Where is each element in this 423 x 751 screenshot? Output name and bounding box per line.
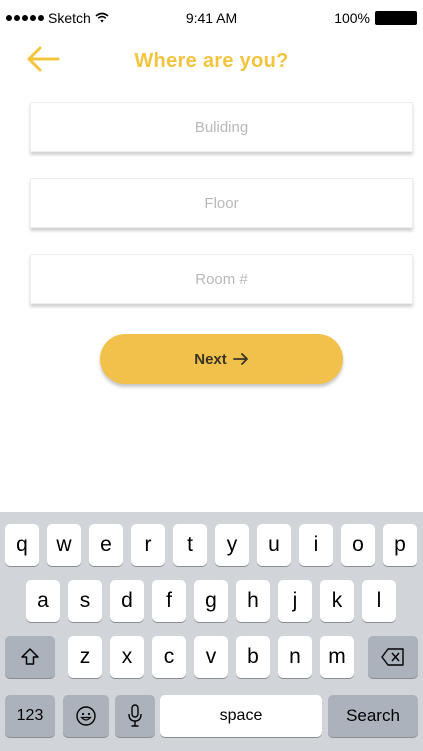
key-y[interactable]: y bbox=[215, 524, 249, 566]
key-h[interactable]: h bbox=[236, 580, 270, 622]
key-i[interactable]: i bbox=[299, 524, 333, 566]
key-b[interactable]: b bbox=[236, 636, 270, 678]
key-t[interactable]: t bbox=[173, 524, 207, 566]
building-field-container bbox=[30, 102, 413, 152]
key-e[interactable]: e bbox=[89, 524, 123, 566]
status-right: 100% bbox=[334, 10, 417, 26]
shift-icon bbox=[21, 648, 39, 665]
key-w[interactable]: w bbox=[47, 524, 81, 566]
delete-key[interactable] bbox=[368, 636, 418, 678]
key-j[interactable]: j bbox=[278, 580, 312, 622]
key-l[interactable]: l bbox=[362, 580, 396, 622]
key-n[interactable]: n bbox=[278, 636, 312, 678]
numbers-key[interactable]: 123 bbox=[5, 695, 55, 737]
battery-icon bbox=[375, 11, 417, 25]
delete-icon bbox=[381, 648, 404, 666]
shift-key[interactable] bbox=[5, 636, 55, 678]
search-key[interactable]: Search bbox=[328, 695, 418, 737]
key-v[interactable]: v bbox=[194, 636, 228, 678]
emoji-icon bbox=[76, 706, 96, 726]
key-r[interactable]: r bbox=[131, 524, 165, 566]
key-o[interactable]: o bbox=[341, 524, 375, 566]
microphone-key[interactable] bbox=[115, 695, 155, 737]
key-u[interactable]: u bbox=[257, 524, 291, 566]
key-s[interactable]: s bbox=[68, 580, 102, 622]
arrow-right-icon bbox=[232, 353, 248, 365]
key-d[interactable]: d bbox=[110, 580, 144, 622]
status-bar: Sketch 9:41 AM 100% bbox=[0, 0, 423, 36]
keyboard: q w e r t y u i o p a s d f g h j k l z … bbox=[0, 512, 423, 751]
key-x[interactable]: x bbox=[110, 636, 144, 678]
key-q[interactable]: q bbox=[5, 524, 39, 566]
key-z[interactable]: z bbox=[68, 636, 102, 678]
battery-percentage: 100% bbox=[334, 10, 370, 26]
key-m[interactable]: m bbox=[320, 636, 354, 678]
emoji-key[interactable] bbox=[63, 695, 109, 737]
floor-input[interactable] bbox=[31, 179, 412, 227]
key-c[interactable]: c bbox=[152, 636, 186, 678]
key-p[interactable]: p bbox=[383, 524, 417, 566]
key-g[interactable]: g bbox=[194, 580, 228, 622]
next-button-label: Next bbox=[194, 350, 227, 368]
key-f[interactable]: f bbox=[152, 580, 186, 622]
where-are-you-screen: Sketch 9:41 AM 100% Where are you? Bulid… bbox=[0, 0, 423, 751]
space-key[interactable]: space bbox=[160, 695, 322, 737]
room-input[interactable] bbox=[31, 255, 412, 303]
key-k[interactable]: k bbox=[320, 580, 354, 622]
room-field-container bbox=[30, 254, 413, 304]
floor-field-container bbox=[30, 178, 413, 228]
page-title: Where are you? bbox=[134, 50, 289, 72]
key-a[interactable]: a bbox=[26, 580, 60, 622]
microphone-icon bbox=[128, 704, 142, 727]
building-input[interactable] bbox=[31, 103, 412, 151]
next-button[interactable]: Next bbox=[100, 334, 343, 384]
